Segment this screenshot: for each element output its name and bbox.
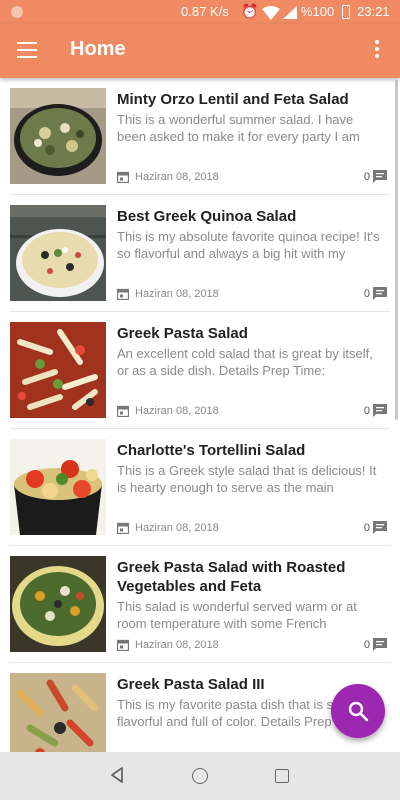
calendar-icon [117, 171, 129, 183]
article-thumbnail [10, 673, 106, 752]
article-title[interactable]: Minty Orzo Lentil and Feta Salad [117, 90, 385, 109]
comment-count: 0 [363, 639, 370, 651]
notification-dot-icon [11, 6, 23, 18]
recent-apps-icon[interactable] [275, 769, 289, 783]
calendar-icon [117, 639, 129, 651]
comment-icon[interactable] [373, 404, 387, 418]
calendar-icon [117, 522, 129, 534]
article-card[interactable]: Greek Pasta Salad An excellent cold sala… [0, 312, 392, 428]
app-bar: Home [0, 24, 400, 78]
article-description: This is a Greek style salad that is deli… [117, 463, 377, 495]
article-meta: Haziran 08, 2018 0 [117, 287, 387, 303]
clock: 23:21 [357, 4, 390, 19]
system-nav-bar [0, 752, 400, 800]
signal-icon [283, 6, 297, 19]
article-thumbnail [10, 205, 106, 301]
article-thumbnail [10, 439, 106, 535]
comment-count: 0 [363, 171, 370, 183]
search-fab[interactable] [331, 684, 385, 738]
comment-count: 0 [363, 288, 370, 300]
search-icon [348, 701, 369, 722]
article-description: This salad is wonderful served warm or a… [117, 599, 357, 631]
article-thumbnail [10, 322, 106, 418]
article-meta: Haziran 08, 2018 0 [117, 170, 387, 186]
comment-count: 0 [363, 405, 370, 417]
battery-percent: %100 [301, 4, 335, 19]
hamburger-menu-icon[interactable] [17, 42, 37, 58]
alarm-icon: ⏰ [241, 3, 259, 19]
battery-icon [342, 5, 350, 19]
comment-icon[interactable] [373, 521, 387, 535]
wifi-icon [262, 6, 280, 20]
article-date: Haziran 08, 2018 [135, 288, 219, 300]
article-card[interactable]: Minty Orzo Lentil and Feta Salad This is… [0, 78, 392, 194]
more-vert-icon[interactable] [370, 40, 384, 62]
comment-count: 0 [363, 522, 370, 534]
article-thumbnail [10, 556, 106, 652]
article-title[interactable]: Charlotte's Tortellini Salad [117, 441, 385, 460]
article-card[interactable]: Best Greek Quinoa Salad This is my absol… [0, 195, 392, 311]
article-description: This is my absolute favorite quinoa reci… [117, 229, 380, 261]
scrollbar[interactable] [395, 80, 398, 420]
article-card[interactable]: Greek Pasta Salad with Roasted Vegetable… [0, 546, 392, 662]
comment-icon[interactable] [373, 170, 387, 184]
article-title[interactable]: Greek Pasta Salad with Roasted Vegetable… [117, 558, 385, 596]
article-meta: Haziran 08, 2018 0 [117, 521, 387, 537]
article-date: Haziran 08, 2018 [135, 639, 219, 651]
article-list[interactable]: Minty Orzo Lentil and Feta Salad This is… [0, 78, 400, 752]
comment-icon[interactable] [373, 287, 387, 301]
back-icon[interactable] [110, 767, 124, 783]
article-title[interactable]: Best Greek Quinoa Salad [117, 207, 385, 226]
article-date: Haziran 08, 2018 [135, 171, 219, 183]
calendar-icon [117, 288, 129, 300]
article-card[interactable]: Charlotte's Tortellini Salad This is a G… [0, 429, 392, 545]
article-date: Haziran 08, 2018 [135, 522, 219, 534]
status-bar: 0.87 K/s ⏰ %100 23:21 [0, 0, 400, 24]
article-title[interactable]: Greek Pasta Salad [117, 324, 385, 343]
article-thumbnail [10, 88, 106, 184]
article-description: An excellent cold salad that is great by… [117, 346, 373, 378]
article-meta: Haziran 08, 2018 0 [117, 638, 387, 654]
article-date: Haziran 08, 2018 [135, 405, 219, 417]
home-icon[interactable] [192, 768, 208, 784]
network-speed: 0.87 K/s [181, 4, 229, 19]
article-meta: Haziran 08, 2018 0 [117, 404, 387, 420]
page-title: Home [70, 38, 126, 60]
article-description: This is a wonderful summer salad. I have… [117, 112, 360, 144]
calendar-icon [117, 405, 129, 417]
comment-icon[interactable] [373, 638, 387, 652]
